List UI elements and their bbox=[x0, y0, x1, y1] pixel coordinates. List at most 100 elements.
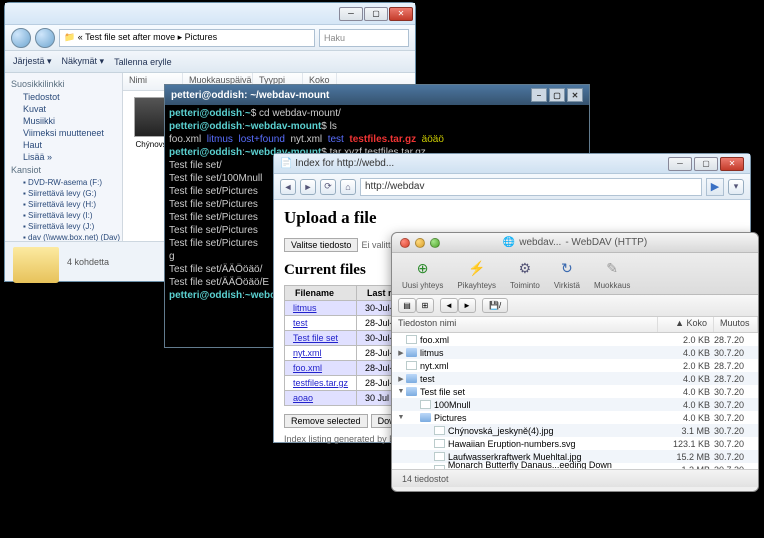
file-link[interactable]: test bbox=[293, 318, 308, 328]
file-icon bbox=[434, 426, 445, 435]
sidebar-folder[interactable]: ▪ DVD-RW-asema (F:) bbox=[11, 177, 116, 188]
sidebar-favorite[interactable]: Musiikki bbox=[11, 115, 116, 127]
back-button[interactable] bbox=[11, 28, 31, 48]
forward-button[interactable]: ► bbox=[300, 179, 316, 195]
close-button[interactable] bbox=[400, 238, 410, 248]
choose-file-button[interactable]: Valitse tiedosto bbox=[284, 238, 358, 252]
path-root-button[interactable]: 💾 / bbox=[482, 298, 508, 313]
sidebar-folder[interactable]: ▪ Siirrettävä levy (H:) bbox=[11, 199, 116, 210]
col-filename[interactable]: Filename bbox=[285, 286, 357, 301]
folder-icon: 📁 bbox=[64, 32, 75, 43]
file-row[interactable]: foo.xml2.0 KB28.7.20 bbox=[392, 333, 758, 346]
file-row[interactable]: ▼Test file set4.0 KB30.7.20 bbox=[392, 385, 758, 398]
organize-menu[interactable]: Järjestä ▾ bbox=[13, 56, 52, 67]
minimize-button[interactable]: ─ bbox=[668, 157, 692, 171]
file-name: nyt.xml bbox=[406, 361, 654, 371]
sidebar-favorite[interactable]: Kuvat bbox=[11, 103, 116, 115]
back-button[interactable]: ◄ bbox=[440, 298, 458, 313]
minimize-button[interactable] bbox=[415, 238, 425, 248]
file-row[interactable]: Monarch Butterfly Danaus...eeding Down 3… bbox=[392, 463, 758, 469]
new-connection-button[interactable]: ⊕Uusi yhteys bbox=[402, 257, 443, 290]
zoom-button[interactable] bbox=[430, 238, 440, 248]
go-button[interactable]: ▶ bbox=[706, 178, 724, 196]
home-button[interactable]: ⌂ bbox=[340, 179, 356, 195]
file-name: Pictures bbox=[406, 413, 654, 423]
file-link[interactable]: litmus bbox=[293, 303, 317, 313]
action-button[interactable]: ⚙Toiminto bbox=[510, 257, 540, 290]
sidebar-favorite[interactable]: Viimeksi muutteneet bbox=[11, 127, 116, 139]
column-view-button[interactable]: ⊞ bbox=[416, 298, 434, 313]
col-date[interactable]: Muutos bbox=[714, 317, 758, 332]
list-view-button[interactable]: ▤ bbox=[398, 298, 416, 313]
maximize-button[interactable]: ▢ bbox=[549, 88, 565, 102]
minimize-button[interactable]: ─ bbox=[339, 7, 363, 21]
address-bar[interactable]: http://webdav bbox=[360, 178, 702, 196]
disclosure-triangle[interactable]: ▶ bbox=[396, 375, 406, 383]
globe-icon: 🌐 bbox=[503, 237, 515, 248]
forward-button[interactable] bbox=[35, 28, 55, 48]
upload-heading: Upload a file bbox=[284, 208, 740, 228]
sidebar-folder[interactable]: ▪ Siirrettävä levy (I:) bbox=[11, 210, 116, 221]
breadcrumb-bar[interactable]: 📁 « Test file set after move ▸ Pictures bbox=[59, 29, 315, 47]
file-size: 4.0 KB bbox=[654, 400, 710, 410]
file-date: 28.7.20 bbox=[710, 374, 754, 384]
views-menu[interactable]: Näkymät ▾ bbox=[62, 56, 105, 67]
save-menu[interactable]: Tallenna erylle bbox=[114, 57, 172, 67]
folder-icon bbox=[406, 348, 417, 357]
menu-button[interactable]: ▾ bbox=[728, 179, 744, 195]
back-button[interactable]: ◄ bbox=[280, 179, 296, 195]
file-link[interactable]: testfiles.tar.gz bbox=[293, 378, 348, 388]
label: Uusi yhteys bbox=[402, 281, 443, 290]
close-button[interactable]: ✕ bbox=[389, 7, 413, 21]
refresh-button[interactable]: ↻Virkistä bbox=[554, 257, 580, 290]
file-name: Monarch Butterfly Danaus...eeding Down 3… bbox=[406, 460, 654, 470]
file-date: 30.7.20 bbox=[710, 465, 754, 470]
close-button[interactable]: ✕ bbox=[567, 88, 583, 102]
file-link[interactable]: nyt.xml bbox=[293, 348, 322, 358]
file-date: 30.7.20 bbox=[710, 348, 754, 358]
titlebar: ─ ▢ ✕ bbox=[5, 3, 415, 25]
sidebar-folder[interactable]: ▪ Siirrettävä levy (G:) bbox=[11, 188, 116, 199]
file-date: 30.7.20 bbox=[710, 439, 754, 449]
edit-button[interactable]: ✎Muokkaus bbox=[594, 257, 630, 290]
col-name[interactable]: Tiedoston nimi bbox=[392, 317, 658, 332]
file-size: 4.0 KB bbox=[654, 387, 710, 397]
file-name: Test file set bbox=[406, 387, 654, 397]
disclosure-triangle[interactable]: ▶ bbox=[396, 349, 406, 357]
maximize-button[interactable]: ▢ bbox=[694, 157, 718, 171]
sidebar-folder[interactable]: ▪ Siirrettävä levy (J:) bbox=[11, 221, 116, 232]
remove-selected-button[interactable]: Remove selected bbox=[284, 414, 368, 428]
page-title: Index for http://webd... bbox=[295, 158, 394, 169]
search-input[interactable]: Haku bbox=[319, 29, 409, 47]
file-row[interactable]: ▶test4.0 KB28.7.20 bbox=[392, 372, 758, 385]
file-row[interactable]: nyt.xml2.0 KB28.7.20 bbox=[392, 359, 758, 372]
sidebar-favorite[interactable]: Haut bbox=[11, 139, 116, 151]
sidebar-favorite[interactable]: Tiedostot bbox=[11, 91, 116, 103]
col-size[interactable]: ▲ Koko bbox=[658, 317, 714, 332]
file-size: 2.0 KB bbox=[654, 361, 710, 371]
file-row[interactable]: Hawaiian Eruption-numbers.svg123.1 KB30.… bbox=[392, 437, 758, 450]
file-size: 123.1 KB bbox=[654, 439, 710, 449]
file-row[interactable]: ▼Pictures4.0 KB30.7.20 bbox=[392, 411, 758, 424]
file-size: 3.1 MB bbox=[654, 426, 710, 436]
sidebar-favorite[interactable]: Lisää » bbox=[11, 151, 116, 163]
lightning-icon: ⚡ bbox=[466, 257, 488, 279]
mac-finder-window: 🌐 webdav... - WebDAV (HTTP) ⊕Uusi yhteys… bbox=[391, 232, 759, 492]
file-row[interactable]: ▶litmus4.0 KB30.7.20 bbox=[392, 346, 758, 359]
file-link[interactable]: foo.xml bbox=[293, 363, 322, 373]
file-link[interactable]: Test file set bbox=[293, 333, 338, 343]
minimize-button[interactable]: – bbox=[531, 88, 547, 102]
quick-connect-button[interactable]: ⚡Pikayhteys bbox=[457, 257, 496, 290]
maximize-button[interactable]: ▢ bbox=[364, 7, 388, 21]
file-size: 4.0 KB bbox=[654, 374, 710, 384]
file-size: 1.2 MB bbox=[654, 465, 710, 470]
forward-button[interactable]: ► bbox=[458, 298, 476, 313]
file-row[interactable]: 100Mnull4.0 KB30.7.20 bbox=[392, 398, 758, 411]
file-name: 100Mnull bbox=[406, 400, 654, 410]
file-link[interactable]: aoao bbox=[293, 393, 313, 403]
disclosure-triangle[interactable]: ▼ bbox=[396, 414, 406, 421]
reload-button[interactable]: ⟳ bbox=[320, 179, 336, 195]
file-row[interactable]: Chýnovská_jeskyně(4).jpg3.1 MB30.7.20 bbox=[392, 424, 758, 437]
close-button[interactable]: ✕ bbox=[720, 157, 744, 171]
disclosure-triangle[interactable]: ▼ bbox=[396, 388, 406, 395]
